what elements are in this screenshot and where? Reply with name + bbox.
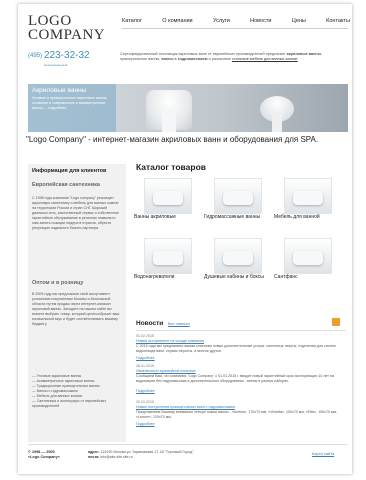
catalog-item-label[interactable]: Душевые кабины и боксы — [204, 274, 274, 280]
sidebar-subheading-2: Оптом и в розницу — [32, 280, 84, 286]
catalog-item-showers[interactable]: Душевые кабины и боксы — [204, 238, 270, 294]
sidebar-subheading: Европейская сантехника — [32, 182, 100, 188]
sidebar-list: — Угловые акриловые ванны — Асимметричны… — [32, 374, 124, 409]
footer-divider — [28, 444, 348, 445]
news-title-link[interactable]: Новый ассортимент на складе компании — [136, 339, 204, 343]
all-news-link[interactable]: Все новости — [168, 322, 190, 326]
footer-email-link[interactable]: info@site.site.site.ru — [100, 455, 132, 459]
phone-number: 223-32-32 — [44, 50, 90, 61]
hero-banner[interactable]: Акриловые ванны Угловые и прямоугольные … — [28, 84, 348, 132]
news-text: Представляем Вашему вниманию четыре новы… — [136, 410, 337, 419]
list-item[interactable]: — Сантехника и аксессуары от европейских… — [32, 399, 124, 409]
catalog-item-hydromassage[interactable]: Гидромассажные ванны — [204, 178, 270, 234]
catalog-item-label[interactable]: Гидромассажные ванны — [204, 214, 274, 220]
nav-divider — [122, 28, 348, 29]
nav-services[interactable]: Услуги — [213, 18, 230, 24]
sidebar-paragraph-2: В 2009 году мы предложили свой ассортиме… — [32, 292, 120, 326]
banner-text: Угловые и прямоугольные акриловые ванны,… — [32, 96, 108, 110]
news-divider — [136, 330, 346, 331]
news-item: 01.02.2015 Новый ассортимент на складе к… — [136, 334, 346, 364]
intro-bold-link[interactable]: акриловые ванны — [287, 52, 321, 56]
logo-line2: COMPANY — [28, 27, 106, 43]
sink-pedestal-2 — [272, 114, 282, 132]
news-date: 20.01.2015 — [136, 400, 154, 404]
product-image[interactable] — [214, 238, 262, 274]
sidebar: Информация для клиентов Европейская сант… — [28, 164, 126, 442]
catalog-item-acrylic[interactable]: Ванны акриловые — [134, 178, 200, 234]
news-text: Сообщаем Вам, что компания "Logo Company… — [136, 374, 334, 383]
nav-about[interactable]: О компании — [162, 18, 192, 24]
news-more-link[interactable]: Подробнее — [136, 422, 155, 426]
news-more-link[interactable]: Подробнее — [136, 356, 155, 360]
product-image[interactable] — [144, 238, 192, 274]
tagline: "Logo Company" - интернет-магазин акрило… — [26, 135, 319, 144]
sitemap-link[interactable]: Карта сайта — [312, 451, 334, 456]
news-item: 28.01.2015 Изменения в гарантийной полит… — [136, 364, 346, 400]
logo-line1: LOGO — [28, 13, 72, 29]
nav-catalog[interactable]: Каталог — [122, 18, 142, 24]
news-title-link[interactable]: Новые поступления прямоугольных ванн с г… — [136, 405, 235, 409]
news-date: 01.02.2015 — [136, 334, 154, 338]
product-image[interactable] — [284, 178, 332, 214]
main-nav: Каталог О компании Услуги Новости Цены К… — [122, 18, 350, 24]
catalog-item-heaters[interactable]: Водонагреватели — [134, 238, 200, 294]
catalog-item-label[interactable]: Водонагреватели — [134, 274, 204, 280]
news-more-link[interactable]: Подробнее — [136, 389, 155, 393]
news-item: 20.01.2015 Новые поступления прямоугольн… — [136, 400, 346, 436]
logo[interactable]: LOGO COMPANY — [28, 13, 106, 43]
phone-code: (495) — [28, 53, 43, 59]
intro-link[interactable]: стильные мебель для ванных комнат — [232, 57, 298, 61]
catalog-item-label[interactable]: Сантфанс — [274, 274, 344, 280]
catalog-item-label[interactable]: Ванны акриловые — [134, 214, 204, 220]
news-title-link[interactable]: Изменения в гарантийной политике — [136, 369, 196, 373]
catalog-item-furniture[interactable]: Мебель для ванной — [274, 178, 340, 234]
news-date: 28.01.2015 — [136, 364, 154, 368]
catalog-title: Каталог товаров — [136, 162, 206, 172]
product-image[interactable] — [144, 178, 192, 214]
footer-copyright: © 1998 — 2009 «Logo Company» — [28, 450, 60, 459]
nav-contacts[interactable]: Контакты — [326, 18, 350, 24]
news-heading: Новости — [136, 320, 164, 327]
footer-address: адрес: 115190 Москва ул. Заряковская 17-… — [88, 450, 194, 459]
page: LOGO COMPANY Каталог О компании Услуги Н… — [18, 4, 352, 474]
news-text: С 2015 года мы предлагаем нашим клиентам… — [136, 344, 336, 353]
sidebar-heading: Информация для клиентов — [32, 168, 107, 174]
rss-icon[interactable] — [332, 318, 340, 326]
catalog-item-label[interactable]: Мебель для ванной — [274, 214, 344, 220]
nav-prices[interactable]: Цены — [292, 18, 306, 24]
catalog-item-sanitary[interactable]: Сантфанс — [274, 238, 340, 294]
product-image[interactable] — [214, 178, 262, 214]
banner-overlay: Акриловые ванны Угловые и прямоугольные … — [28, 84, 116, 132]
sidebar-paragraph: С 1998 года компания "Logo company" реал… — [32, 196, 119, 230]
nav-news[interactable]: Новости — [250, 18, 271, 24]
banner-title: Акриловые ванны — [32, 87, 87, 94]
sink-pedestal — [162, 110, 176, 132]
phone-note: многоканальный — [44, 63, 68, 67]
intro-bold-link-2[interactable]: ванны с гидромассажем — [161, 57, 207, 61]
intro-text: Сертифицированный поставщик акриловых ва… — [120, 52, 323, 62]
product-image[interactable] — [284, 238, 332, 274]
